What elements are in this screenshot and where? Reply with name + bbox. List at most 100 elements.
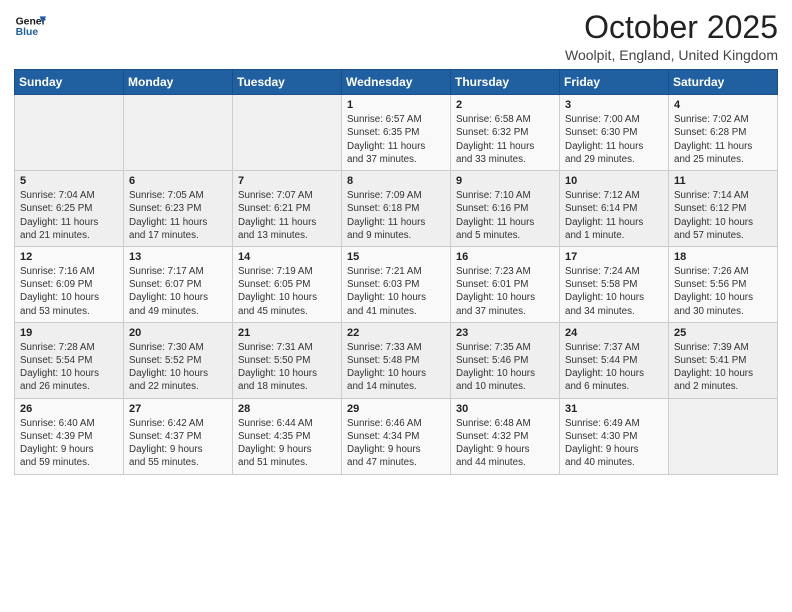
calendar-cell: 7 Sunrise: 7:07 AM Sunset: 6:21 PM Daylig… (233, 171, 342, 247)
svg-text:Blue: Blue (16, 27, 39, 38)
cell-content: Sunrise: 6:46 AM Sunset: 4:34 PM Dayligh… (347, 417, 445, 470)
cell-content: Sunrise: 6:44 AM Sunset: 4:35 PM Dayligh… (238, 417, 336, 470)
calendar-cell: 6 Sunrise: 7:05 AM Sunset: 6:23 PM Daylig… (124, 171, 233, 247)
cell-content: Sunrise: 7:02 AM Sunset: 6:28 PM Dayligh… (674, 113, 772, 166)
calendar-cell (124, 95, 233, 171)
cell-content: Sunrise: 6:40 AM Sunset: 4:39 PM Dayligh… (20, 417, 118, 470)
calendar-cell: 29 Sunrise: 6:46 AM Sunset: 4:34 PM Dayli… (342, 398, 451, 474)
day-number: 18 (674, 251, 772, 263)
calendar-cell: 13 Sunrise: 7:17 AM Sunset: 6:07 PM Dayli… (124, 246, 233, 322)
cell-content: Sunrise: 7:19 AM Sunset: 6:05 PM Dayligh… (238, 265, 336, 318)
title-block: October 2025 Woolpit, England, United Ki… (565, 10, 778, 63)
day-number: 13 (129, 251, 227, 263)
page: General Blue October 2025 Woolpit, Engla… (0, 0, 792, 612)
calendar-table: SundayMondayTuesdayWednesdayThursdayFrid… (14, 69, 778, 474)
cell-content: Sunrise: 6:42 AM Sunset: 4:37 PM Dayligh… (129, 417, 227, 470)
calendar-cell: 27 Sunrise: 6:42 AM Sunset: 4:37 PM Dayli… (124, 398, 233, 474)
calendar-cell: 10Sunrise: 7:12 AM Sunset: 6:14 PM Dayli… (560, 171, 669, 247)
weekday-header-tuesday: Tuesday (233, 70, 342, 95)
calendar-cell: 15 Sunrise: 7:21 AM Sunset: 6:03 PM Dayli… (342, 246, 451, 322)
day-number: 29 (347, 403, 445, 415)
calendar-cell: 20 Sunrise: 7:30 AM Sunset: 5:52 PM Dayli… (124, 322, 233, 398)
calendar-cell: 23Sunrise: 7:35 AM Sunset: 5:46 PM Dayli… (451, 322, 560, 398)
calendar-cell: 26 Sunrise: 6:40 AM Sunset: 4:39 PM Dayli… (15, 398, 124, 474)
day-number: 2 (456, 99, 554, 111)
calendar-cell: 9Sunrise: 7:10 AM Sunset: 6:16 PM Daylig… (451, 171, 560, 247)
cell-content: Sunrise: 7:37 AM Sunset: 5:44 PM Dayligh… (565, 341, 663, 394)
day-number: 5 (20, 175, 118, 187)
calendar-cell: 17Sunrise: 7:24 AM Sunset: 5:58 PM Dayli… (560, 246, 669, 322)
calendar-week-5: 26 Sunrise: 6:40 AM Sunset: 4:39 PM Dayli… (15, 398, 778, 474)
day-number: 21 (238, 327, 336, 339)
weekday-header-monday: Monday (124, 70, 233, 95)
day-number: 25 (674, 327, 772, 339)
calendar-cell (669, 398, 778, 474)
cell-content: Sunrise: 7:33 AM Sunset: 5:48 PM Dayligh… (347, 341, 445, 394)
calendar-week-4: 19Sunrise: 7:28 AM Sunset: 5:54 PM Dayli… (15, 322, 778, 398)
cell-content: Sunrise: 7:16 AM Sunset: 6:09 PM Dayligh… (20, 265, 118, 318)
weekday-header-saturday: Saturday (669, 70, 778, 95)
calendar-cell: 8 Sunrise: 7:09 AM Sunset: 6:18 PM Daylig… (342, 171, 451, 247)
cell-content: Sunrise: 7:28 AM Sunset: 5:54 PM Dayligh… (20, 341, 118, 394)
weekday-header-wednesday: Wednesday (342, 70, 451, 95)
day-number: 15 (347, 251, 445, 263)
calendar-cell: 5 Sunrise: 7:04 AM Sunset: 6:25 PM Daylig… (15, 171, 124, 247)
day-number: 17 (565, 251, 663, 263)
calendar-cell: 11Sunrise: 7:14 AM Sunset: 6:12 PM Dayli… (669, 171, 778, 247)
day-number: 14 (238, 251, 336, 263)
cell-content: Sunrise: 7:39 AM Sunset: 5:41 PM Dayligh… (674, 341, 772, 394)
calendar-cell: 28 Sunrise: 6:44 AM Sunset: 4:35 PM Dayli… (233, 398, 342, 474)
day-number: 26 (20, 403, 118, 415)
cell-content: Sunrise: 7:09 AM Sunset: 6:18 PM Dayligh… (347, 189, 445, 242)
calendar-cell: 22Sunrise: 7:33 AM Sunset: 5:48 PM Dayli… (342, 322, 451, 398)
calendar-cell: 16Sunrise: 7:23 AM Sunset: 6:01 PM Dayli… (451, 246, 560, 322)
calendar-cell: 14 Sunrise: 7:19 AM Sunset: 6:05 PM Dayli… (233, 246, 342, 322)
cell-content: Sunrise: 6:49 AM Sunset: 4:30 PM Dayligh… (565, 417, 663, 470)
cell-content: Sunrise: 7:21 AM Sunset: 6:03 PM Dayligh… (347, 265, 445, 318)
logo-icon: General Blue (14, 10, 46, 42)
day-number: 4 (674, 99, 772, 111)
cell-content: Sunrise: 7:07 AM Sunset: 6:21 PM Dayligh… (238, 189, 336, 242)
calendar-cell: 31 Sunrise: 6:49 AM Sunset: 4:30 PM Dayli… (560, 398, 669, 474)
cell-content: Sunrise: 7:31 AM Sunset: 5:50 PM Dayligh… (238, 341, 336, 394)
cell-content: Sunrise: 7:30 AM Sunset: 5:52 PM Dayligh… (129, 341, 227, 394)
day-number: 28 (238, 403, 336, 415)
day-number: 8 (347, 175, 445, 187)
cell-content: Sunrise: 7:05 AM Sunset: 6:23 PM Dayligh… (129, 189, 227, 242)
day-number: 6 (129, 175, 227, 187)
cell-content: Sunrise: 6:57 AM Sunset: 6:35 PM Dayligh… (347, 113, 445, 166)
cell-content: Sunrise: 7:35 AM Sunset: 5:46 PM Dayligh… (456, 341, 554, 394)
cell-content: Sunrise: 7:17 AM Sunset: 6:07 PM Dayligh… (129, 265, 227, 318)
day-number: 27 (129, 403, 227, 415)
weekday-header-sunday: Sunday (15, 70, 124, 95)
cell-content: Sunrise: 7:04 AM Sunset: 6:25 PM Dayligh… (20, 189, 118, 242)
calendar-header-row: SundayMondayTuesdayWednesdayThursdayFrid… (15, 70, 778, 95)
calendar-cell: 24 Sunrise: 7:37 AM Sunset: 5:44 PM Dayli… (560, 322, 669, 398)
day-number: 7 (238, 175, 336, 187)
calendar-cell: 21 Sunrise: 7:31 AM Sunset: 5:50 PM Dayli… (233, 322, 342, 398)
cell-content: Sunrise: 6:48 AM Sunset: 4:32 PM Dayligh… (456, 417, 554, 470)
cell-content: Sunrise: 7:23 AM Sunset: 6:01 PM Dayligh… (456, 265, 554, 318)
header: General Blue October 2025 Woolpit, Engla… (14, 10, 778, 63)
cell-content: Sunrise: 7:10 AM Sunset: 6:16 PM Dayligh… (456, 189, 554, 242)
calendar-cell: 2 Sunrise: 6:58 AM Sunset: 6:32 PM Daylig… (451, 95, 560, 171)
cell-content: Sunrise: 7:00 AM Sunset: 6:30 PM Dayligh… (565, 113, 663, 166)
month-title: October 2025 (565, 10, 778, 45)
calendar-cell: 12 Sunrise: 7:16 AM Sunset: 6:09 PM Dayli… (15, 246, 124, 322)
day-number: 12 (20, 251, 118, 263)
day-number: 3 (565, 99, 663, 111)
cell-content: Sunrise: 6:58 AM Sunset: 6:32 PM Dayligh… (456, 113, 554, 166)
cell-content: Sunrise: 7:12 AM Sunset: 6:14 PM Dayligh… (565, 189, 663, 242)
cell-content: Sunrise: 7:26 AM Sunset: 5:56 PM Dayligh… (674, 265, 772, 318)
cell-content: Sunrise: 7:14 AM Sunset: 6:12 PM Dayligh… (674, 189, 772, 242)
calendar-cell: 25 Sunrise: 7:39 AM Sunset: 5:41 PM Dayli… (669, 322, 778, 398)
weekday-header-friday: Friday (560, 70, 669, 95)
calendar-cell: 4 Sunrise: 7:02 AM Sunset: 6:28 PM Daylig… (669, 95, 778, 171)
weekday-header-thursday: Thursday (451, 70, 560, 95)
calendar-cell: 19Sunrise: 7:28 AM Sunset: 5:54 PM Dayli… (15, 322, 124, 398)
day-number: 31 (565, 403, 663, 415)
day-number: 1 (347, 99, 445, 111)
day-number: 20 (129, 327, 227, 339)
day-number: 24 (565, 327, 663, 339)
calendar-cell: 1 Sunrise: 6:57 AM Sunset: 6:35 PM Daylig… (342, 95, 451, 171)
